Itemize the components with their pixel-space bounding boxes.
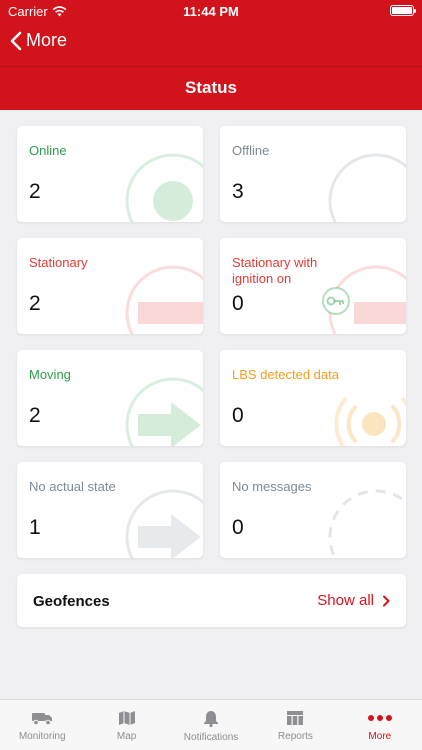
tab-notifications[interactable]: Notifications xyxy=(169,700,253,750)
bell-icon xyxy=(204,711,219,727)
key-icon xyxy=(322,265,406,334)
page-title: Status xyxy=(185,78,237,97)
arrow-right-icon xyxy=(125,377,203,446)
card-count: 2 xyxy=(29,404,41,427)
tab-label: Monitoring xyxy=(18,731,66,742)
show-all-button[interactable]: Show all xyxy=(317,592,390,609)
back-button[interactable]: More xyxy=(10,30,67,51)
card-count: 0 xyxy=(232,516,244,539)
truck-icon xyxy=(32,713,53,726)
card-count: 2 xyxy=(29,292,41,315)
reports-icon xyxy=(287,711,304,725)
tab-label: Notifications xyxy=(183,732,239,743)
status-card-stationary-ignition[interactable]: Stationary with ignition on 0 xyxy=(220,238,406,334)
clock: 11:44 PM xyxy=(183,4,239,19)
online-dot-icon xyxy=(125,153,203,222)
dashed-ring-icon xyxy=(328,489,406,558)
status-card-no-messages[interactable]: No messages 0 xyxy=(220,462,406,558)
card-count: 0 xyxy=(232,292,244,315)
status-bar: Carrier 11:44 PM xyxy=(0,0,422,22)
status-card-no-actual-state[interactable]: No actual state 1 xyxy=(17,462,203,558)
tab-monitoring[interactable]: Monitoring xyxy=(0,700,84,750)
card-count: 3 xyxy=(232,180,244,203)
tab-more[interactable]: More xyxy=(338,700,422,750)
app-header: Carrier 11:44 PM More Status xyxy=(0,0,422,110)
chevron-left-icon xyxy=(10,31,22,50)
card-count: 2 xyxy=(29,180,41,203)
card-count: 0 xyxy=(232,404,244,427)
tab-label: More xyxy=(368,731,392,742)
tab-reports[interactable]: Reports xyxy=(253,700,337,750)
status-card-offline[interactable]: Offline 3 xyxy=(220,126,406,222)
more-dots-icon xyxy=(367,715,392,721)
offline-ring-icon xyxy=(328,153,406,222)
tab-bar: Monitoring Map Notifications Reports Mor… xyxy=(0,699,422,750)
status-card-stationary[interactable]: Stationary 2 xyxy=(17,238,203,334)
card-count: 1 xyxy=(29,516,41,539)
header-divider xyxy=(0,66,422,67)
battery-icon xyxy=(390,5,416,16)
status-card-lbs[interactable]: LBS detected data 0 xyxy=(220,350,406,446)
signal-waves-icon xyxy=(334,396,406,446)
tab-label: Map xyxy=(116,731,137,742)
chevron-right-icon xyxy=(383,595,390,606)
tab-label: Reports xyxy=(277,731,313,742)
geofences-title: Geofences xyxy=(33,593,110,610)
back-label: More xyxy=(26,30,68,50)
status-card-moving[interactable]: Moving 2 xyxy=(17,350,203,446)
tab-map[interactable]: Map xyxy=(84,700,168,750)
stationary-bar-icon xyxy=(125,265,203,334)
map-icon xyxy=(118,711,135,725)
arrow-right-icon xyxy=(125,489,203,558)
geofences-row[interactable]: Geofences Show all xyxy=(17,574,406,627)
show-all-label: Show all xyxy=(317,592,374,609)
status-card-online[interactable]: Online 2 xyxy=(17,126,203,222)
